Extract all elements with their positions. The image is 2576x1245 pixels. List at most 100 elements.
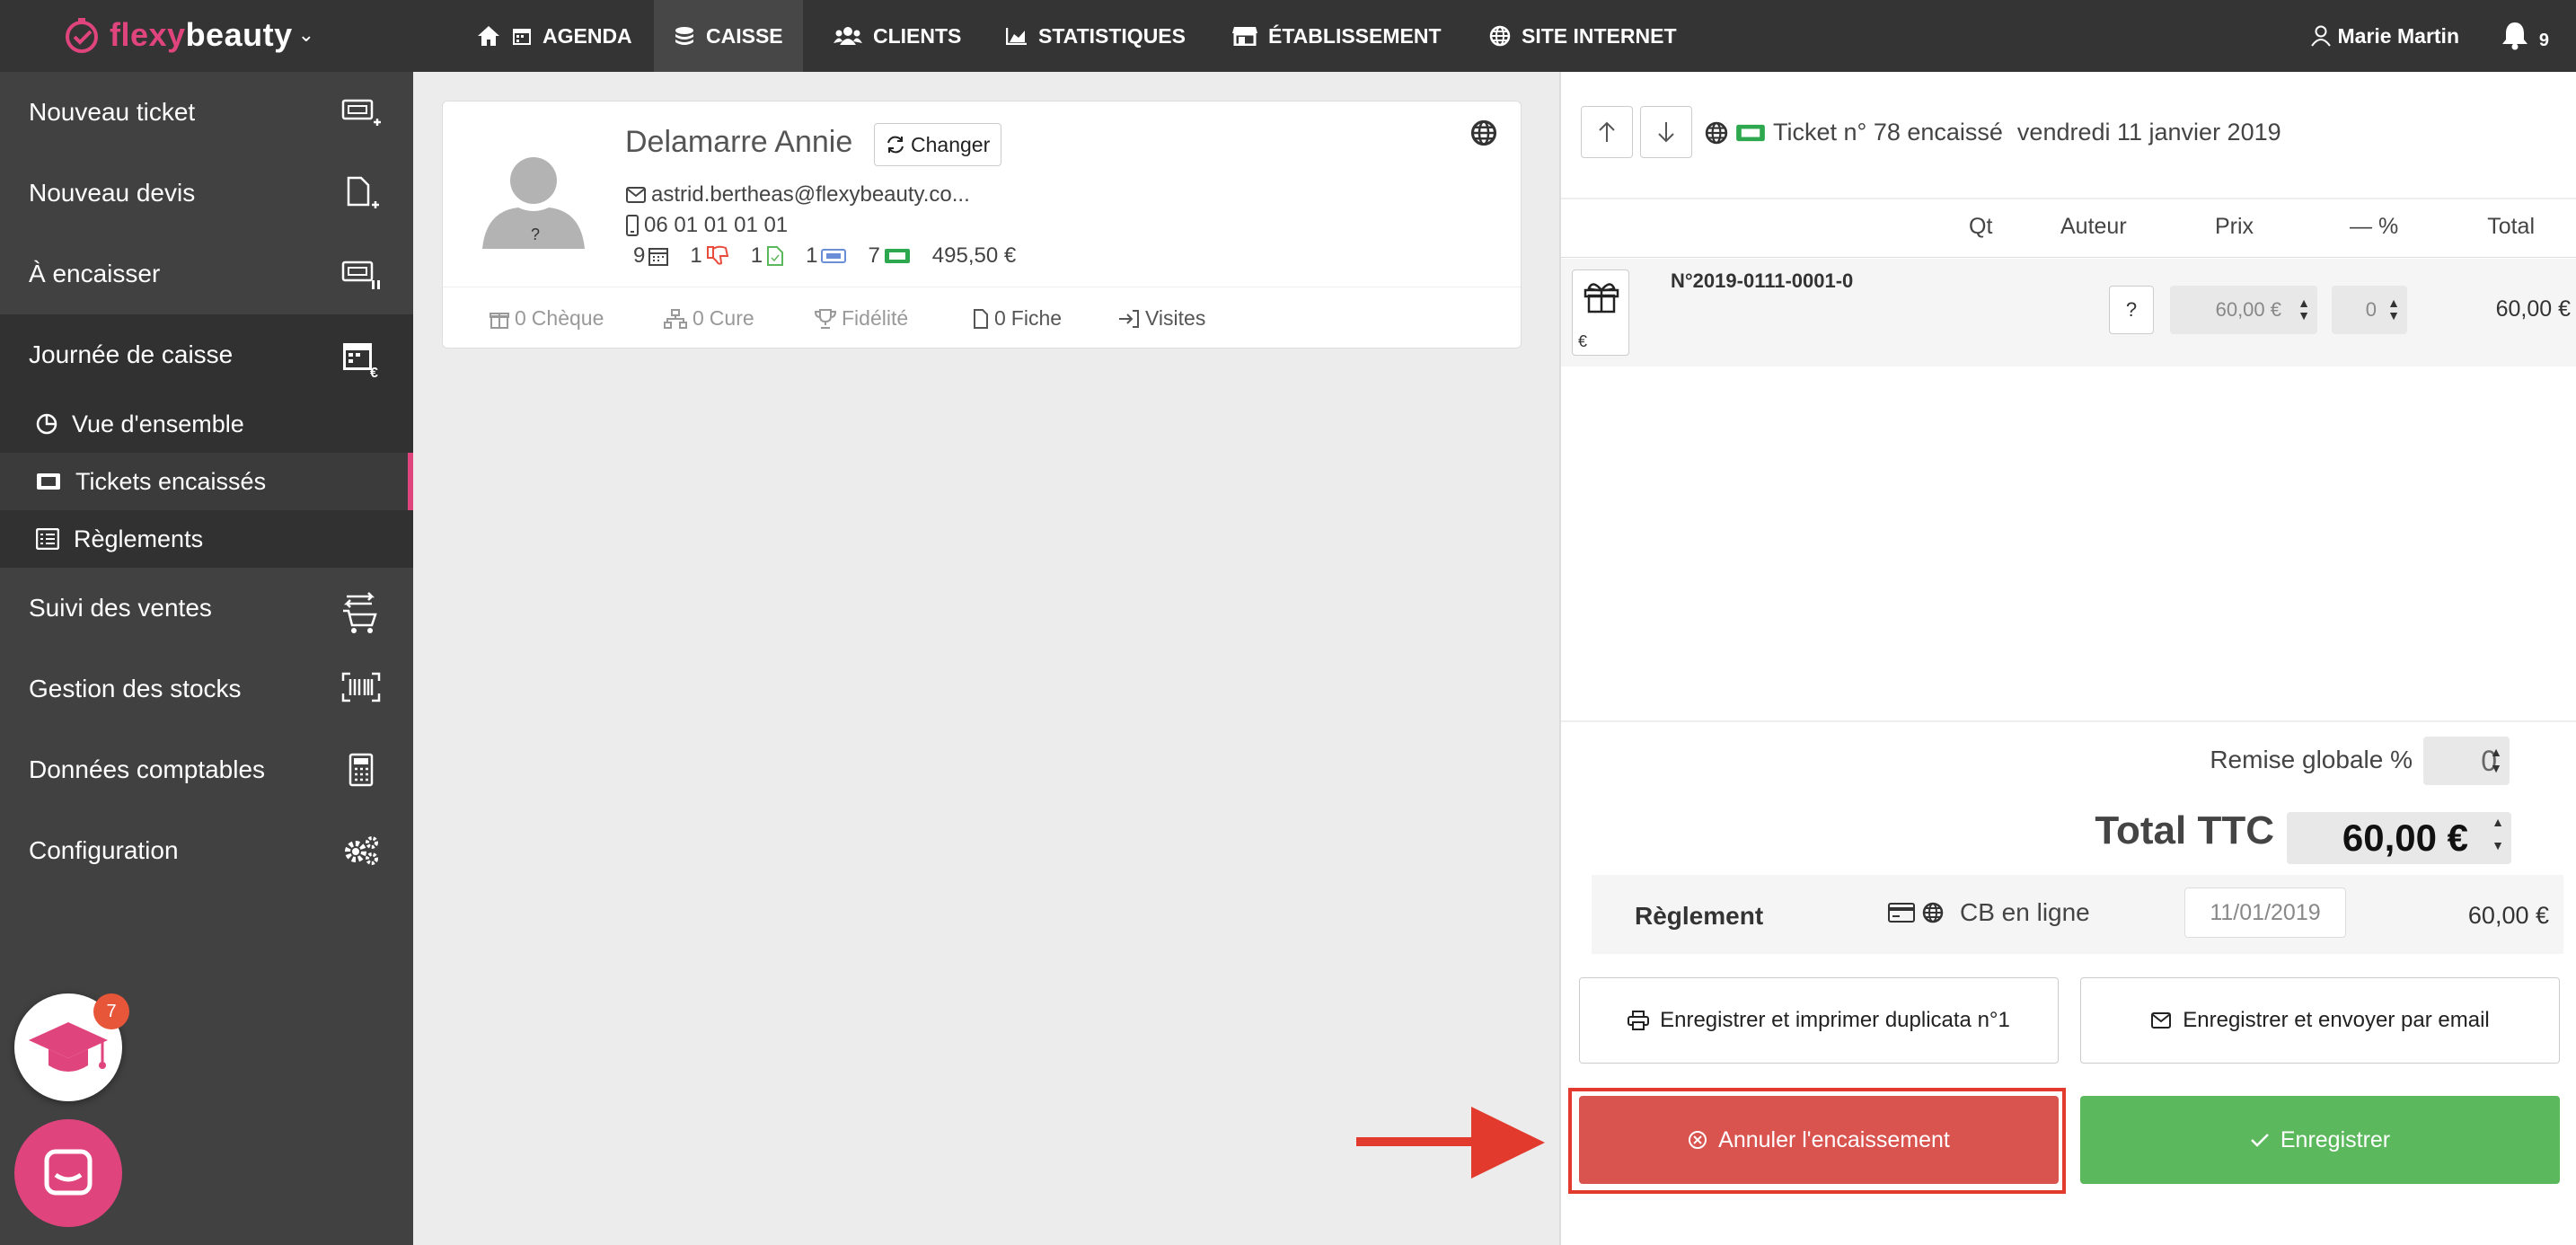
next-ticket-button[interactable] — [1640, 106, 1692, 158]
trophy-icon — [815, 308, 836, 329]
user-menu[interactable]: Marie Martin — [2310, 0, 2459, 72]
nav-caisse[interactable]: CAISSE — [654, 0, 803, 72]
calculator-icon — [348, 753, 374, 787]
sidebar-item-label: Données comptables — [29, 755, 266, 783]
sidebar-item-vue-ensemble[interactable]: Vue d'ensemble — [0, 395, 413, 453]
remise-stepper-icon[interactable]: ▲ ▼ — [2490, 744, 2502, 776]
change-client-button[interactable]: Changer — [874, 123, 1002, 166]
save-email-button[interactable]: Enregistrer et envoyer par email — [2080, 977, 2560, 1064]
reglement-mode: CB en ligne — [1888, 898, 2090, 927]
save-print-label: Enregistrer et imprimer duplicata n°1 — [1660, 1008, 2010, 1032]
nav-clients[interactable]: CLIENTS — [814, 0, 981, 72]
sidebar-item-donnees-comptables[interactable]: Données comptables — [0, 729, 413, 810]
globe-icon — [1922, 902, 1944, 923]
nav-site-internet[interactable]: SITE INTERNET — [1469, 0, 1697, 72]
stat-tickets: 1 — [806, 243, 847, 269]
ticket-date: vendredi 11 janvier 2019 — [2016, 119, 2281, 146]
sitemap-icon — [664, 308, 687, 329]
chat-icon — [44, 1149, 93, 1196]
tab-visites[interactable]: Visites — [1118, 306, 1205, 331]
change-client-label: Changer — [911, 132, 991, 156]
ticket-plus-icon — [341, 99, 381, 126]
save-label: Enregistrer — [2280, 1126, 2391, 1152]
tab-fidelite[interactable]: Fidélité — [815, 306, 908, 331]
chat-button[interactable] — [14, 1119, 122, 1227]
sidebar-item-tickets-encaisses[interactable]: Tickets encaissés — [0, 453, 413, 510]
tab-cheque[interactable]: 0 Chèque — [490, 306, 604, 331]
ticket-pause-icon — [341, 260, 380, 289]
cart-exchange-icon — [343, 592, 377, 633]
sidebar-item-journee-de-caisse[interactable]: Journée de caisse € — [0, 314, 413, 395]
sidebar-item-suivi-ventes[interactable]: Suivi des ventes — [0, 568, 413, 649]
stat-absences: 1 — [690, 243, 728, 269]
refresh-icon — [887, 136, 904, 154]
sidebar-item-nouveau-ticket[interactable]: Nouveau ticket — [0, 72, 413, 153]
column-prix: Prix — [2215, 214, 2254, 239]
sidebar-item-label: À encaisser — [29, 260, 161, 287]
prix-input[interactable]: 60,00 € ▲ ▼ — [2170, 286, 2317, 334]
thumbs-down-icon — [706, 245, 728, 265]
tab-fiche[interactable]: 0 Fiche — [973, 306, 1062, 331]
save-button[interactable]: Enregistrer — [2080, 1096, 2560, 1184]
column-qt: Qt — [1969, 214, 1993, 239]
reglement-mode-text: CB en ligne — [1960, 898, 2090, 926]
file-icon — [974, 308, 988, 329]
nav-agenda[interactable]: AGENDA — [492, 0, 652, 72]
table-header-line — [1561, 257, 2576, 258]
ticket-check-icon — [884, 249, 910, 263]
sidebar-item-gestion-stocks[interactable]: Gestion des stocks — [0, 649, 413, 729]
notifications[interactable]: 9 — [2500, 20, 2549, 51]
prix-stepper-icon[interactable]: ▲ ▼ — [2298, 296, 2310, 322]
client-email[interactable]: astrid.bertheas@flexybeauty.co... — [626, 182, 970, 208]
sidebar-item-label: Règlements — [74, 525, 204, 552]
discount-stepper-icon[interactable]: ▲ ▼ — [2387, 296, 2400, 322]
discount-input[interactable]: 0 ▲ ▼ — [2332, 286, 2407, 334]
envelope-icon — [626, 187, 646, 203]
store-icon — [1232, 27, 1257, 46]
sidebar-item-label: Gestion des stocks — [29, 675, 242, 702]
nav-statistiques[interactable]: STATISTIQUES — [986, 0, 1205, 72]
svg-text:?: ? — [531, 225, 540, 243]
gift-voucher-item[interactable]: € — [1572, 269, 1629, 356]
sidebar-item-label: Tickets encaissés — [75, 467, 267, 495]
brand-logo[interactable]: flexybeauty ⌄ — [63, 13, 314, 57]
auteur-select[interactable]: ? — [2109, 286, 2154, 334]
stat-fiches: 1 — [751, 243, 784, 269]
gift-icon — [490, 312, 509, 329]
chevron-down-icon: ⌄ — [297, 23, 315, 46]
arrow-up-icon — [1599, 121, 1615, 142]
coins-icon — [675, 27, 693, 45]
user-icon — [2310, 25, 2331, 47]
sign-in-icon — [1119, 309, 1139, 328]
client-card: ? Delamarre Annie Changer astrid.berthea… — [442, 101, 1522, 349]
tab-cure[interactable]: 0 Cure — [664, 306, 754, 331]
column-total: Total — [2487, 214, 2535, 239]
sidebar-item-reglements[interactable]: Règlements — [0, 510, 413, 568]
bell-icon — [2501, 22, 2527, 50]
help-notification-badge: 7 — [93, 993, 129, 1029]
total-ttc-input[interactable]: 60,00 € — [2287, 812, 2511, 864]
reglement-date-input[interactable]: 11/01/2019 — [2184, 887, 2346, 938]
stat-amount: 495,50 € — [931, 243, 1017, 268]
ticket-header: Ticket n° 78 encaissé vendredi 11 janvie… — [1705, 119, 2281, 146]
nav-etablissement[interactable]: ÉTABLISSEMENT — [1213, 0, 1461, 72]
sidebar-item-configuration[interactable]: Configuration — [0, 810, 413, 891]
sidebar-item-label: Nouveau ticket — [29, 98, 196, 126]
sidebar-item-label: Nouveau devis — [29, 179, 196, 207]
total-stepper-icon[interactable]: ▲ ▼ — [2492, 810, 2504, 857]
client-phone-text: 06 01 01 01 01 — [644, 213, 789, 237]
previous-ticket-button[interactable] — [1581, 106, 1633, 158]
euro-label: € — [1578, 332, 1588, 350]
annotation-highlight-box — [1568, 1088, 2066, 1194]
sidebar-item-a-encaisser[interactable]: À encaisser — [0, 234, 413, 314]
nav-etablissement-label: ÉTABLISSEMENT — [1268, 23, 1442, 48]
sidebar-item-nouveau-devis[interactable]: Nouveau devis — [0, 153, 413, 234]
save-print-button[interactable]: Enregistrer et imprimer duplicata n°1 — [1579, 977, 2059, 1064]
column-pct: — % — [2350, 214, 2399, 239]
brand-name: flexybeauty — [110, 16, 293, 53]
reglement-amount: 60,00 € — [2467, 902, 2549, 929]
svg-text:€: € — [370, 366, 378, 379]
reglement-row: Règlement CB en ligne 11/01/2019 60,00 € — [1592, 875, 2563, 954]
sidebar-item-label: Journée de caisse — [29, 340, 234, 368]
client-phone: 06 01 01 01 01 — [626, 213, 788, 238]
